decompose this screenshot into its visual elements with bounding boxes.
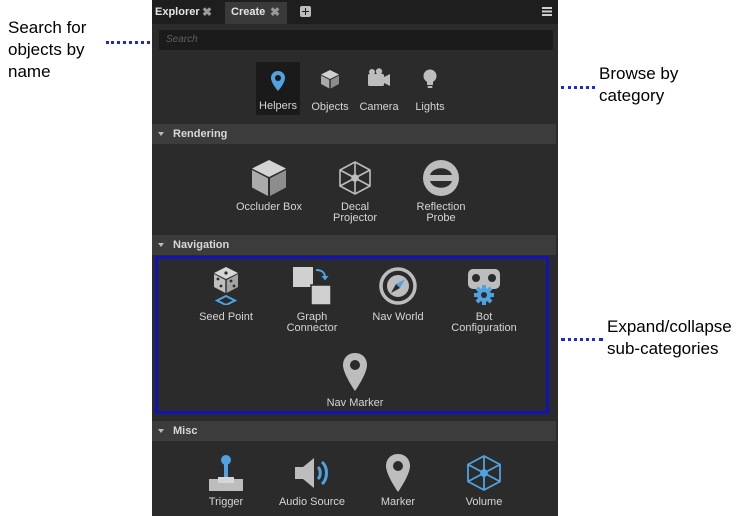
callout-expand-dots xyxy=(561,338,603,341)
collapse-arrow-icon xyxy=(158,243,164,247)
compass-icon xyxy=(379,267,417,305)
tab-create[interactable]: Create ✖ xyxy=(225,2,287,24)
collapse-arrow-icon xyxy=(158,132,164,136)
cube-icon xyxy=(321,70,339,89)
map-pin-icon xyxy=(386,454,410,492)
category-bar: Helpers Objects Camera Lights xyxy=(152,56,558,120)
wireframe-cube-icon xyxy=(339,161,371,195)
search-input[interactable]: Search xyxy=(159,30,553,50)
category-camera[interactable]: Camera xyxy=(355,61,403,117)
callout-browse-dots xyxy=(561,86,595,89)
bot-gear-icon xyxy=(468,269,500,305)
speaker-icon xyxy=(295,458,328,488)
dice-icon xyxy=(214,267,238,305)
reflection-probe-icon xyxy=(423,160,459,196)
tab-explorer[interactable]: Explorer ✖ xyxy=(152,2,218,24)
map-pin-icon xyxy=(271,71,285,91)
map-pin-icon xyxy=(343,353,367,391)
graph-connector-icon xyxy=(293,267,332,306)
section-rendering[interactable]: Rendering xyxy=(152,124,556,144)
collapse-arrow-icon xyxy=(158,429,164,433)
joystick-icon xyxy=(209,455,243,491)
tab-bar: Explorer ✖ Create ✖ xyxy=(152,0,558,24)
callout-search: Search for objects by name xyxy=(8,18,87,81)
close-icon[interactable]: ✖ xyxy=(202,2,212,22)
camera-icon xyxy=(368,68,390,86)
callout-browse: Browse by category xyxy=(599,64,679,105)
section-navigation[interactable]: Navigation xyxy=(152,235,556,255)
category-helpers[interactable]: Helpers xyxy=(256,62,300,115)
category-objects[interactable]: Objects xyxy=(306,61,354,117)
add-tab-icon[interactable] xyxy=(300,6,311,17)
callout-search-dots xyxy=(106,41,150,44)
section-misc[interactable]: Misc xyxy=(152,421,556,441)
close-icon[interactable]: ✖ xyxy=(270,2,280,22)
category-lights[interactable]: Lights xyxy=(406,61,454,117)
lightbulb-icon xyxy=(423,69,437,88)
cube-icon xyxy=(252,160,286,196)
create-panel: Explorer ✖ Create ✖ Search Helpers Objec… xyxy=(152,0,558,516)
wireframe-cube-icon xyxy=(467,454,501,492)
hamburger-menu-icon[interactable] xyxy=(542,7,552,16)
callout-expand: Expand/collapse sub-categories xyxy=(607,317,732,358)
